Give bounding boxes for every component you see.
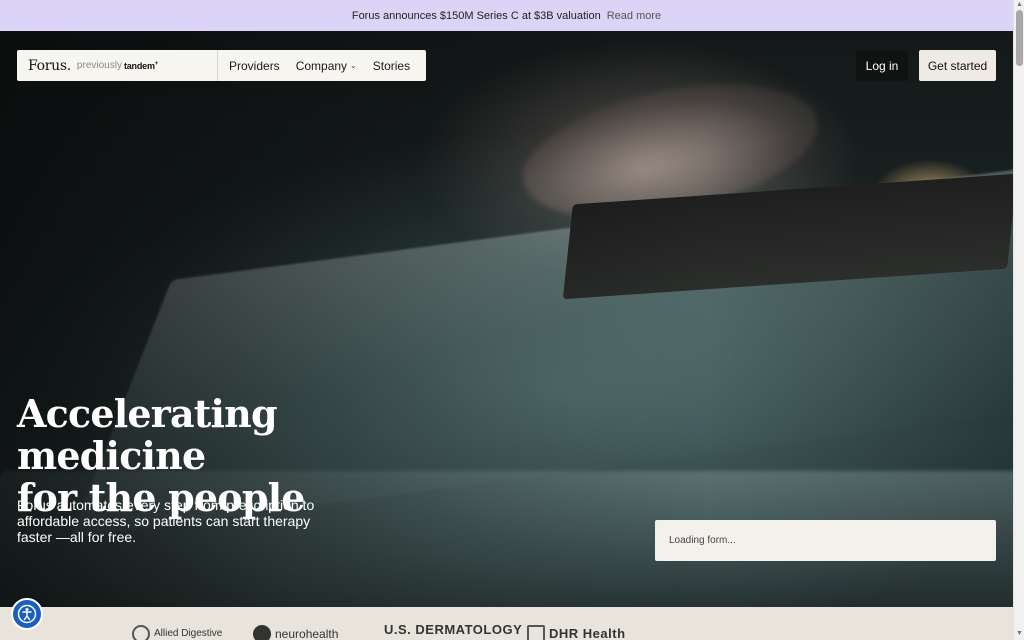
page-scrollbar[interactable]: ▲ ▼	[1013, 0, 1024, 640]
accessibility-button[interactable]	[11, 598, 43, 630]
scroll-up-icon[interactable]: ▲	[1016, 1, 1023, 8]
partner-logos-strip: Allied Digestive neurohealth U.S. DERMAT…	[0, 607, 1013, 640]
brand-logo[interactable]: Forus. previously tandem+	[17, 50, 218, 81]
headline-line-1: Accelerating medicine	[17, 391, 278, 478]
accessibility-icon	[17, 604, 37, 624]
nav-link-company[interactable]: Company ⌄	[290, 59, 363, 73]
scroll-down-icon[interactable]: ▼	[1016, 630, 1023, 637]
signup-form[interactable]: Loading form...	[655, 520, 996, 561]
login-button[interactable]: Log in	[856, 50, 908, 81]
neurohealth-logo-icon: neurohealth	[253, 625, 338, 640]
usderm-logo-icon: U.S. DERMATOLOGY	[384, 622, 523, 637]
announcement-bar: Forus announces $150M Series C at $3B va…	[0, 0, 1013, 31]
nav-link-providers[interactable]: Providers	[223, 59, 286, 73]
forus-logo: Forus.	[28, 57, 71, 74]
allied-logo-icon: Allied Digestive	[132, 625, 222, 640]
get-started-button[interactable]: Get started	[919, 50, 996, 81]
nav-link-stories[interactable]: Stories	[367, 59, 416, 73]
tandem-logo: tandem+	[123, 60, 159, 71]
announcement-text: Forus announces $150M Series C at $3B va…	[351, 9, 601, 22]
chevron-down-icon: ⌄	[350, 61, 357, 70]
previously-label: previously	[76, 60, 122, 71]
dhr-logo-icon: DHR Health	[527, 625, 626, 640]
nav-links: Providers Company ⌄ Stories	[218, 50, 416, 81]
hero-subcopy: Forus automates every step from prescrip…	[17, 497, 315, 545]
read-more-link[interactable]: Read more	[607, 10, 661, 22]
main-nav: Forus. previously tandem+ Providers Comp…	[17, 50, 426, 81]
scrollbar-thumb[interactable]	[1016, 10, 1023, 66]
form-loading-text: Loading form...	[669, 535, 736, 546]
